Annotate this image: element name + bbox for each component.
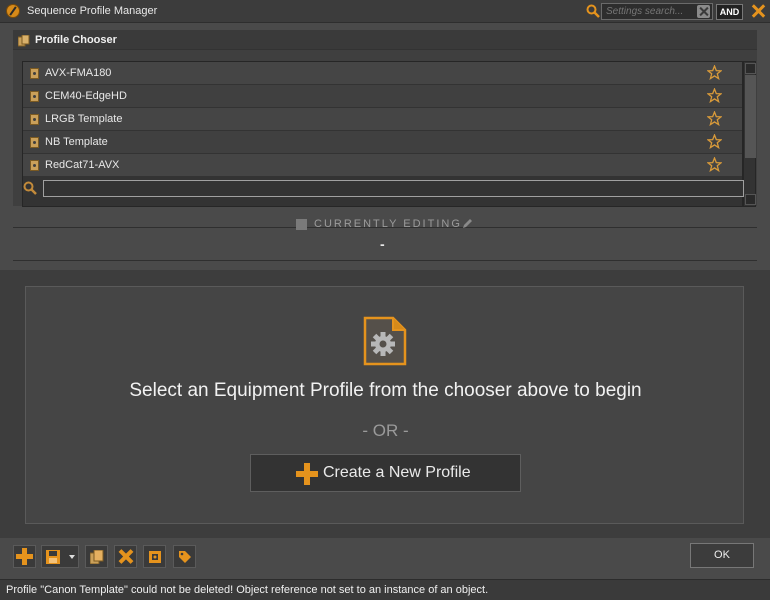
import-profile-icon (149, 551, 161, 563)
sequence-profile-manager-window: Sequence Profile Manager AND Profile Cho… (0, 0, 770, 600)
status-message: Profile "Canon Template" could not be de… (6, 584, 489, 596)
profile-name: AVX-FMA180 (45, 67, 112, 79)
copy-profile-button[interactable] (85, 545, 108, 568)
search-mode-and-button[interactable]: AND (716, 4, 743, 20)
empty-state-panel: Select an Equipment Profile from the cho… (25, 286, 744, 524)
profile-list-item[interactable]: RedCat71-AVX (23, 154, 742, 176)
plus-icon (296, 463, 318, 485)
profile-list-item[interactable]: LRGB Template (23, 108, 742, 130)
scroll-thumb[interactable] (745, 75, 756, 158)
profile-file-icon (30, 137, 39, 148)
profile-filter-input[interactable] (43, 180, 744, 197)
search-icon (586, 4, 600, 18)
profile-chooser-panel: Profile Chooser AVX-FMA180 CEM40-EdgeHD … (13, 30, 757, 207)
bottom-toolbar: OK (0, 538, 770, 578)
save-dropdown-chevron-icon[interactable] (69, 555, 75, 559)
copy-icon (90, 550, 104, 564)
clear-search-icon[interactable] (697, 5, 710, 18)
favorite-star-icon[interactable] (707, 65, 722, 80)
scroll-up-icon[interactable] (745, 63, 756, 74)
select-profile-message: Select an Equipment Profile from the cho… (129, 380, 642, 401)
profile-name: NB Template (45, 136, 108, 148)
save-disk-icon (46, 550, 60, 564)
profile-file-icon (30, 160, 39, 171)
profile-name: RedCat71-AVX (45, 159, 120, 171)
favorite-star-icon[interactable] (707, 134, 722, 149)
tag-profile-button[interactable] (173, 545, 196, 568)
ok-button[interactable]: OK (690, 543, 754, 568)
profile-chooser-title: Profile Chooser (35, 34, 117, 46)
profile-name: LRGB Template (45, 113, 123, 125)
profile-list-item[interactable]: NB Template (23, 131, 742, 153)
profile-list-item[interactable]: CEM40-EdgeHD (23, 85, 742, 107)
add-profile-button[interactable] (13, 545, 36, 568)
save-disk-icon (296, 219, 307, 230)
app-telescope-icon (6, 4, 20, 18)
profile-chooser-icon (18, 35, 30, 47)
equipment-profile-gear-icon (363, 316, 407, 366)
profile-editor-area: Select an Equipment Profile from the cho… (0, 270, 770, 538)
profile-file-icon (30, 68, 39, 79)
favorite-star-icon[interactable] (707, 88, 722, 103)
profile-name: CEM40-EdgeHD (45, 90, 127, 102)
save-profile-button[interactable] (41, 545, 79, 568)
close-icon[interactable] (750, 3, 766, 19)
title-bar: Sequence Profile Manager AND (0, 0, 770, 23)
search-icon (23, 181, 37, 195)
create-new-profile-label: Create a New Profile (323, 464, 471, 481)
scroll-down-icon[interactable] (745, 194, 756, 205)
currently-editing-value: - (380, 236, 385, 252)
profile-file-icon (30, 114, 39, 125)
profile-list-item[interactable]: AVX-FMA180 (23, 62, 742, 84)
window-title: Sequence Profile Manager (27, 5, 158, 17)
import-profile-button[interactable] (143, 545, 166, 568)
status-bar: Profile "Canon Template" could not be de… (0, 579, 770, 600)
profile-chooser-header: Profile Chooser (13, 30, 757, 50)
or-separator: - OR - (362, 421, 409, 440)
divider (13, 260, 757, 261)
favorite-star-icon[interactable] (707, 157, 722, 172)
pencil-icon[interactable] (461, 218, 473, 230)
profile-file-icon (30, 91, 39, 102)
delete-profile-button[interactable] (114, 545, 137, 568)
profile-list-scrollbar[interactable] (743, 61, 756, 207)
favorite-star-icon[interactable] (707, 111, 722, 126)
create-new-profile-button[interactable]: Create a New Profile (250, 454, 521, 492)
tag-icon (179, 551, 191, 563)
